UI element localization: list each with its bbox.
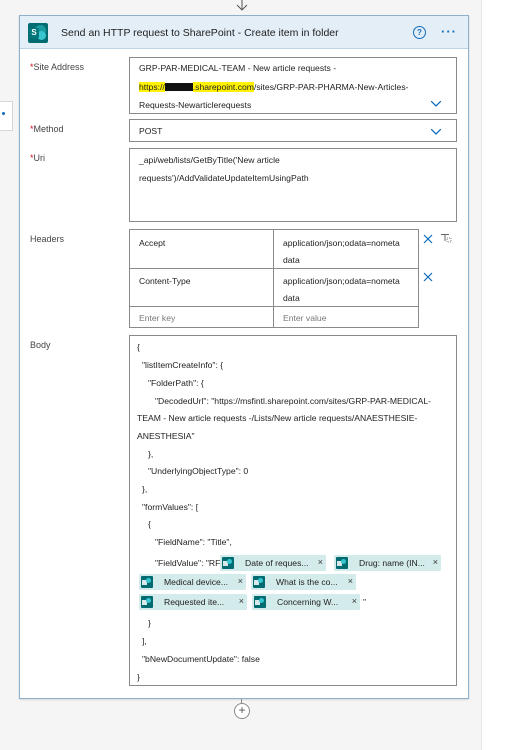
method-value: POST (139, 126, 163, 136)
code-line: { (137, 342, 140, 352)
sharepoint-icon (253, 576, 265, 588)
dynamic-content-token[interactable]: Concerning W... × (252, 594, 360, 610)
code-line: "UnderlyingObjectType": 0 (148, 466, 249, 476)
remove-header-icon[interactable] (423, 272, 433, 282)
header-value-input[interactable]: Enter value (283, 313, 326, 323)
code-line: " (363, 597, 367, 607)
site-address-line3: Requests-Newarticlerequests (139, 100, 252, 110)
uri-label: *Uri (30, 153, 46, 163)
code-line: "FieldValue": "RF (155, 558, 221, 568)
chevron-down-icon[interactable] (431, 101, 441, 107)
card-header[interactable]: S Send an HTTP request to SharePoint - C… (20, 16, 468, 49)
code-line: }, (148, 449, 154, 459)
code-line: "listItemCreateInfo": { (142, 360, 224, 370)
code-line: "DecodedUrl": "https://msfintl.sharepoin… (155, 396, 431, 406)
site-address-line2: https://.sharepoint.com/sites/GRP-PAR-PH… (139, 82, 409, 92)
switch-to-text-mode-icon[interactable] (440, 232, 452, 244)
uri-field[interactable]: _api/web/lists/GetByTitle('New article r… (129, 148, 457, 222)
body-label: Body (30, 340, 51, 350)
sharepoint-icon (222, 557, 234, 569)
code-line: TEAM - New article requests -/Lists/New … (137, 413, 418, 423)
help-icon[interactable]: ? (413, 26, 426, 39)
remove-token-icon[interactable]: × (433, 557, 438, 567)
site-address-label: *Site Address (30, 62, 85, 72)
body-field[interactable]: { "listItemCreateInfo": { "FolderPath": … (129, 335, 457, 686)
dynamic-content-token[interactable]: Medical device... × (139, 574, 246, 590)
arrow-down-icon (236, 0, 248, 11)
header-value[interactable]: application/json;odata=nometa (283, 276, 400, 286)
sharepoint-icon (336, 557, 348, 569)
uri-line2: requests')/AddValidateUpdateItemUsingPat… (139, 173, 309, 183)
redacted-block (164, 83, 193, 91)
header-key-input[interactable]: Enter key (139, 313, 175, 323)
code-line: }, (142, 484, 148, 494)
remove-header-icon[interactable] (423, 234, 433, 244)
method-select[interactable]: POST (129, 119, 457, 142)
right-pane (481, 0, 530, 750)
card-title: Send an HTTP request to SharePoint - Cre… (61, 27, 339, 39)
header-value-cont: data (283, 255, 300, 265)
site-address-field[interactable]: GRP-PAR-MEDICAL-TEAM - New article reque… (129, 57, 457, 114)
uri-line1: _api/web/lists/GetByTitle('New article (139, 155, 280, 165)
add-step-button[interactable]: + (234, 703, 250, 719)
code-line: } (137, 672, 140, 682)
code-line: ], (142, 636, 147, 646)
left-panel-tab[interactable] (0, 101, 13, 131)
dot-icon (2, 112, 5, 115)
header-value-cont: data (283, 293, 300, 303)
dynamic-content-token[interactable]: What is the co... × (251, 574, 356, 590)
code-line: ANESTHESIA" (137, 431, 195, 441)
site-address-line1: GRP-PAR-MEDICAL-TEAM - New article reque… (139, 63, 337, 73)
method-label: *Method (30, 124, 64, 134)
dynamic-content-token[interactable]: Drug: name (IN... × (334, 555, 441, 571)
sharepoint-icon: S (28, 23, 48, 43)
code-line: } (148, 618, 151, 628)
code-line: "bNewDocumentUpdate": false (142, 654, 260, 664)
sharepoint-icon (254, 596, 266, 608)
remove-token-icon[interactable]: × (318, 557, 323, 567)
remove-token-icon[interactable]: × (238, 576, 243, 586)
sharepoint-icon (141, 576, 153, 588)
dynamic-content-token[interactable]: Date of reques... × (220, 555, 326, 571)
header-key[interactable]: Accept (139, 238, 165, 248)
header-key[interactable]: Content-Type (139, 276, 191, 286)
remove-token-icon[interactable]: × (239, 596, 244, 606)
action-card: S Send an HTTP request to SharePoint - C… (19, 15, 469, 699)
header-value[interactable]: application/json;odata=nometa (283, 238, 400, 248)
more-options-icon[interactable]: ··· (441, 24, 457, 39)
headers-label: Headers (30, 234, 65, 244)
code-line: "FieldName": "Title", (155, 537, 232, 547)
dynamic-content-token[interactable]: Requested ite... × (139, 594, 247, 610)
code-line: "formValues": [ (142, 502, 199, 512)
remove-token-icon[interactable]: × (348, 576, 353, 586)
headers-table: Accept application/json;odata=nometa dat… (129, 229, 419, 328)
code-line: { (148, 519, 151, 529)
sharepoint-icon (141, 596, 153, 608)
chevron-down-icon[interactable] (431, 129, 441, 135)
code-line: "FolderPath": { (148, 378, 204, 388)
remove-token-icon[interactable]: × (352, 596, 357, 606)
